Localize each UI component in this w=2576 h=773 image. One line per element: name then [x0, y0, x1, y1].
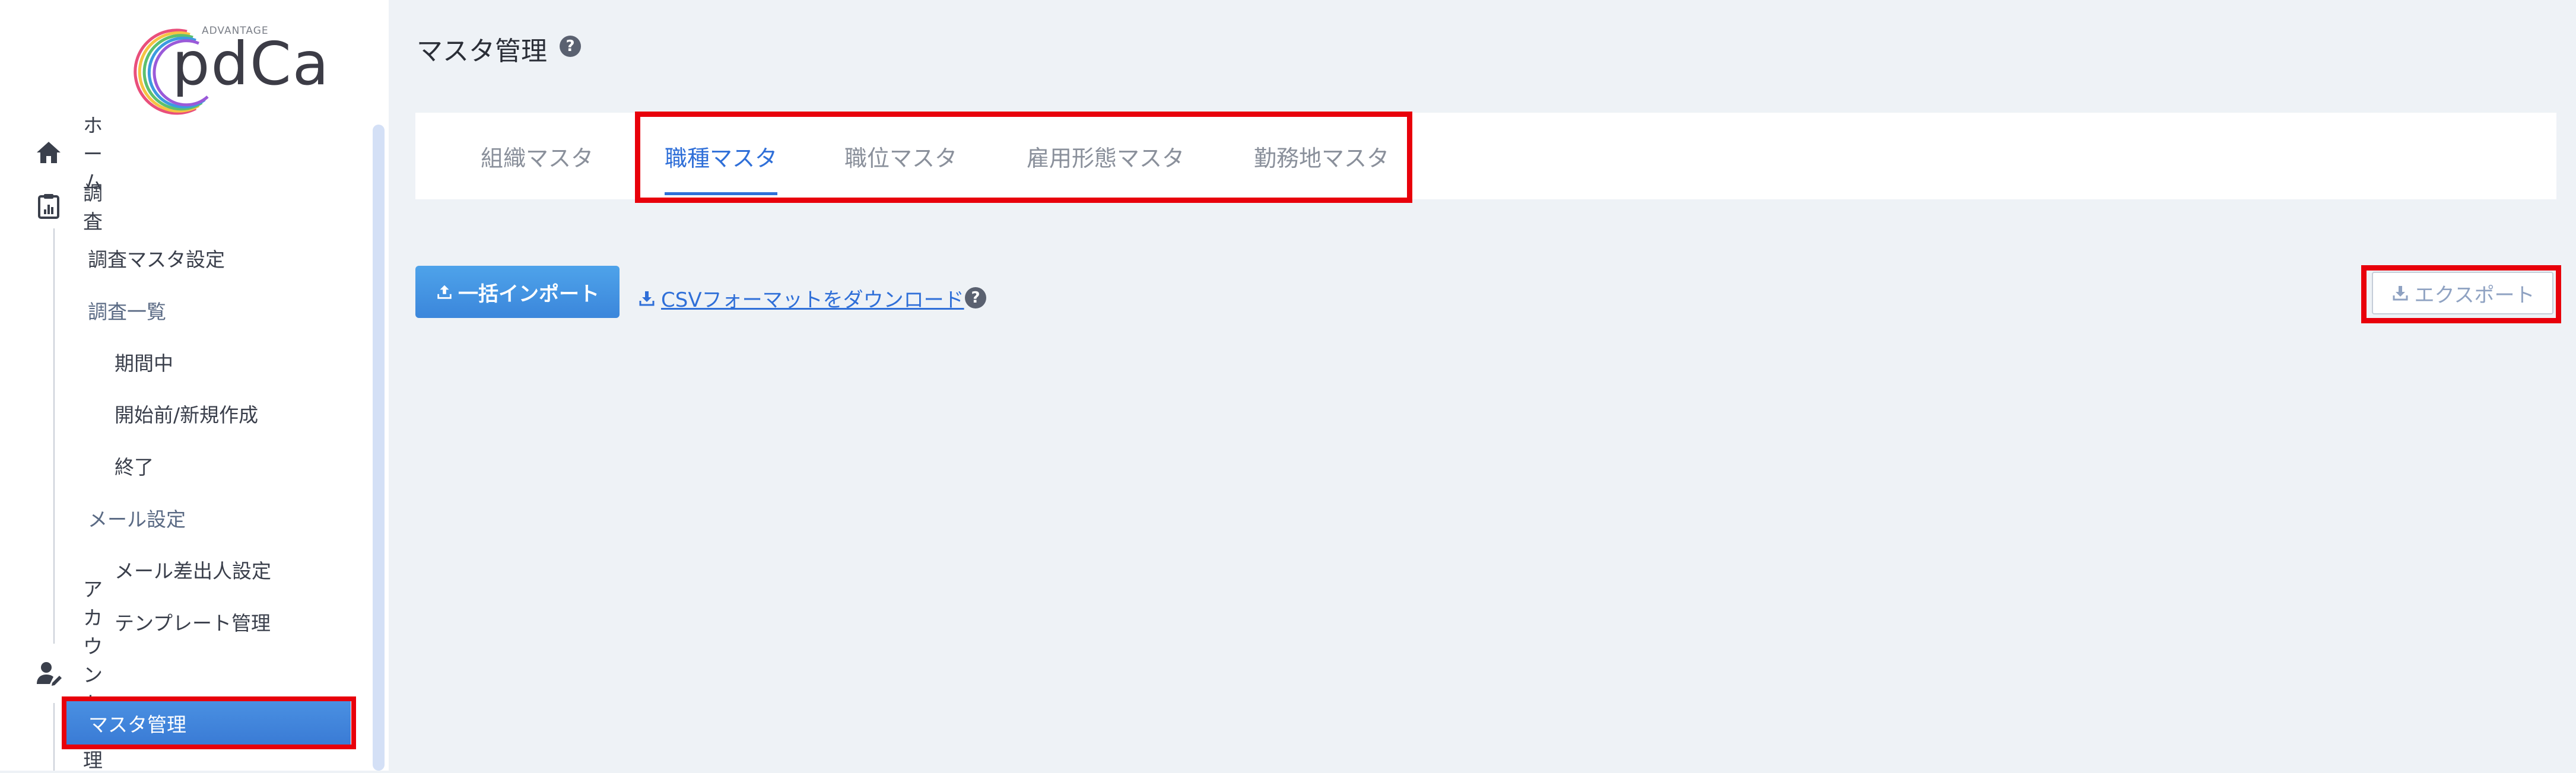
annotation-highlight-box [635, 112, 1412, 203]
help-icon[interactable]: ? [965, 287, 986, 308]
sidebar-item-label: 調査一覧 [88, 300, 166, 323]
csv-link-label: CSVフォーマットをダウンロード [661, 288, 964, 312]
logo-wordmark: pdCa [172, 29, 331, 98]
annotation-highlight-box [62, 696, 356, 749]
annotation-highlight-box [2361, 265, 2561, 323]
sidebar-item-in-progress[interactable]: 期間中 [115, 341, 173, 383]
user-edit-icon [34, 659, 63, 688]
help-icon[interactable]: ? [560, 36, 581, 57]
sidebar-item-before-start[interactable]: 開始前/新規作成 [115, 393, 258, 434]
clipboard-chart-icon [34, 192, 63, 220]
sidebar-item-survey-master[interactable]: 調査マスタ設定 [88, 237, 225, 279]
csv-format-download-link[interactable]: CSVフォーマットをダウンロード [637, 284, 964, 313]
sidebar-item-survey-list[interactable]: 調査一覧 [88, 290, 166, 331]
home-icon [34, 138, 63, 167]
tab-organization-master[interactable]: 組織マスタ [481, 113, 593, 199]
sidebar-item-label: 期間中 [115, 352, 173, 375]
sidebar-item-finished[interactable]: 終了 [115, 445, 154, 486]
sidebar-item-label: 調査マスタ設定 [88, 248, 225, 271]
sidebar: ADVANTAGE pdCa ホーム 調査 調査マスタ設定 調査一覧 期間中 開… [0, 0, 389, 772]
bulk-import-label: 一括インポート [458, 282, 599, 306]
tree-guide-line [53, 703, 55, 771]
app-logo[interactable]: ADVANTAGE pdCa [116, 17, 329, 117]
page-title: マスタ管理 [417, 30, 547, 68]
sidebar-scrollbar[interactable] [373, 125, 385, 771]
tree-guide-line [53, 228, 55, 644]
sidebar-item-templates[interactable]: テンプレート管理 [115, 601, 271, 642]
page-title-text: マスタ管理 [417, 36, 547, 66]
download-icon [639, 291, 655, 306]
sidebar-item-label: 開始前/新規作成 [115, 403, 259, 427]
sidebar-item-label: テンプレート管理 [115, 612, 271, 635]
upload-icon [437, 285, 452, 299]
sidebar-item-label: メール差出人設定 [115, 559, 271, 583]
bulk-import-button[interactable]: 一括インポート [415, 266, 620, 318]
sidebar-item-mail-settings[interactable]: メール設定 [88, 497, 186, 539]
sidebar-item-mail-sender[interactable]: メール差出人設定 [115, 549, 271, 590]
sidebar-item-label: 終了 [115, 456, 154, 479]
tab-label: 組織マスタ [481, 145, 594, 171]
sidebar-item-label: メール設定 [88, 508, 186, 531]
sidebar-item-label: 調査 [83, 182, 103, 233]
